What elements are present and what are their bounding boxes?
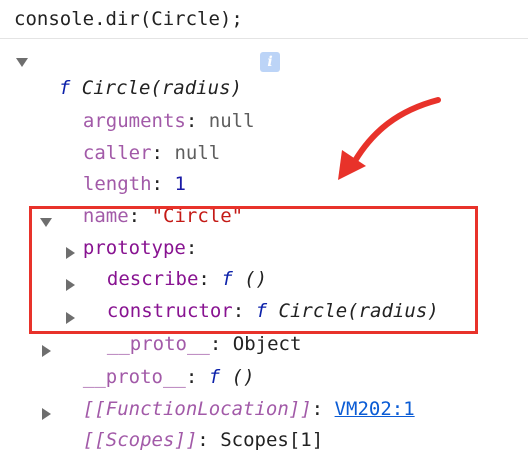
property-row-caller: caller: null: [82, 142, 221, 164]
command-text: console.dir(Circle);: [14, 8, 243, 30]
annotation-arrow-icon: [338, 97, 441, 180]
property-row-prototype[interactable]: prototype:: [60, 209, 197, 259]
property-row-proto-object[interactable]: __proto__: Object: [84, 305, 302, 355]
property-row-name: name: "Circle": [82, 205, 244, 227]
property-row-function-location: [[FunctionLocation]]: VM202:1: [82, 398, 415, 420]
collapse-triangle-icon[interactable]: [66, 247, 75, 259]
console-input-echo: console.dir(Circle);: [0, 0, 528, 39]
property-row-proto-function[interactable]: __proto__: f (): [60, 338, 255, 388]
expand-triangle-icon[interactable]: [16, 58, 28, 67]
collapse-triangle-icon[interactable]: [66, 312, 75, 324]
source-link[interactable]: VM202:1: [335, 398, 415, 420]
root-function-row[interactable]: f Circle(radius): [36, 49, 242, 99]
collapse-triangle-icon[interactable]: [66, 279, 75, 291]
property-row-describe[interactable]: describe: f (): [84, 240, 267, 290]
function-signature: Circle(radius): [278, 300, 439, 322]
property-row-scopes[interactable]: [[Scopes]]: Scopes[1]: [60, 401, 323, 451]
property-row-arguments: arguments: null: [82, 110, 255, 132]
property-row-constructor[interactable]: constructor: f Circle(radius): [84, 272, 439, 322]
property-row-length: length: 1: [82, 173, 186, 195]
expand-triangle-icon[interactable]: [40, 218, 52, 227]
collapse-triangle-icon[interactable]: [42, 408, 51, 420]
property-value: Scopes[1]: [220, 429, 324, 451]
info-icon[interactable]: i: [260, 52, 280, 72]
property-key: [[Scopes]]: [82, 429, 198, 451]
collapse-triangle-icon[interactable]: [42, 345, 51, 357]
